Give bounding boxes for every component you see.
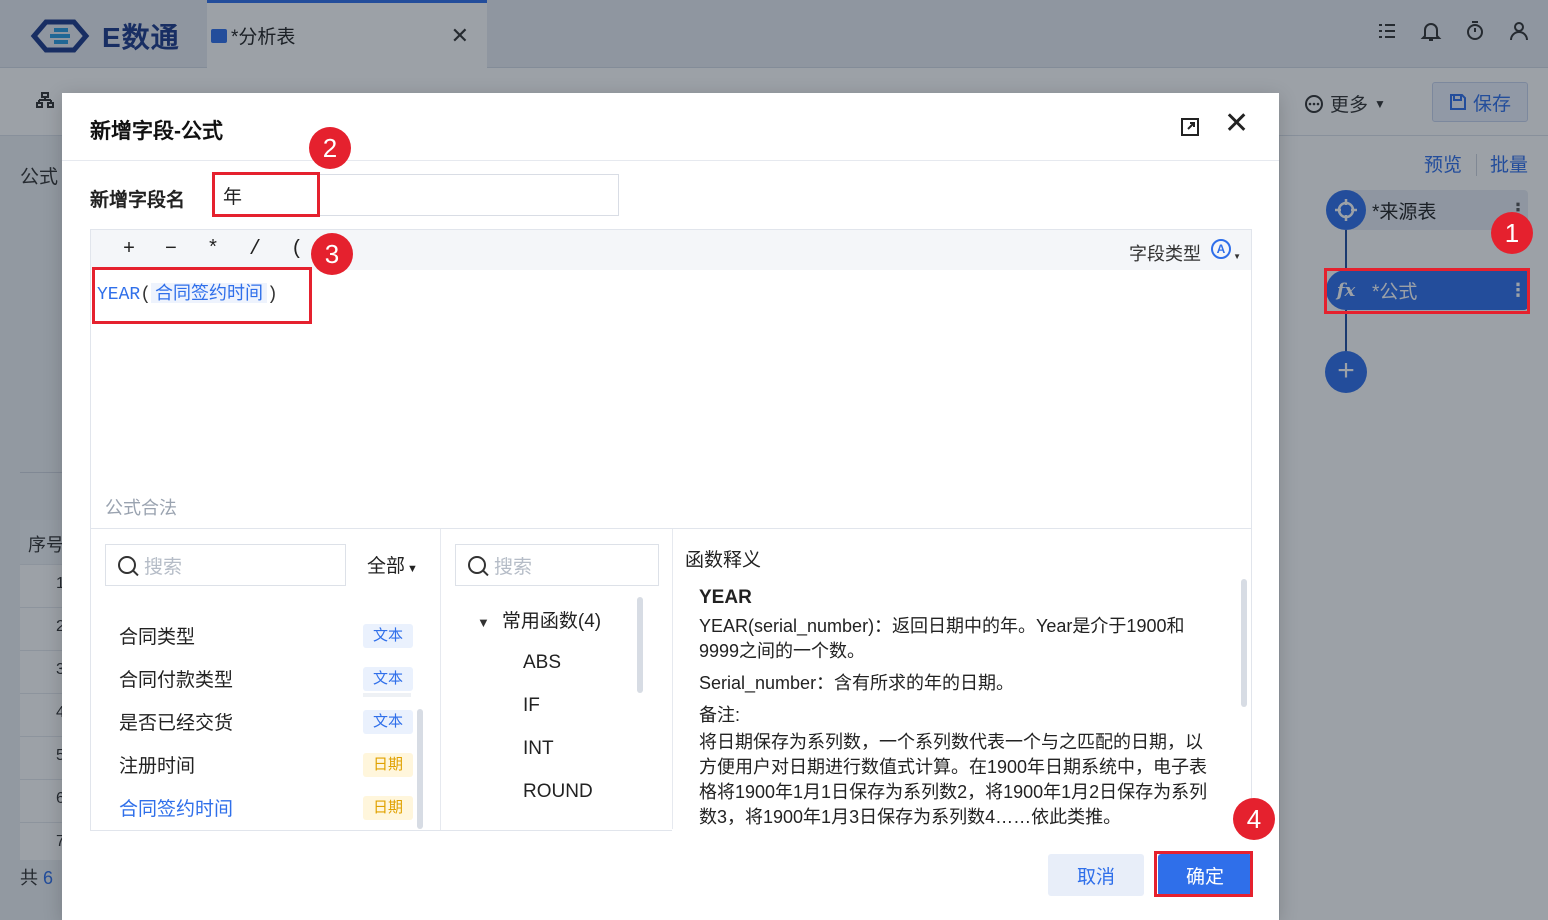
caret-down-icon: ▼ [1233, 252, 1241, 261]
close-icon[interactable]: ✕ [1224, 109, 1249, 139]
functions-search-placeholder: 搜索 [494, 556, 533, 578]
caret-down-icon: ▼ [407, 563, 418, 575]
field-type-badge: 日期 [363, 753, 413, 777]
highlight-confirm [1154, 851, 1253, 897]
function-list-item[interactable]: ABS [523, 652, 561, 674]
fields-search-placeholder: 搜索 [144, 556, 183, 578]
field-list-item[interactable]: 合同签约时间 [119, 794, 233, 821]
operator-multiply[interactable]: * [207, 238, 219, 261]
formula-dialog: 新增字段-公式 ✕ 新增字段名 + − * / ( 字段类型 A ▼ YEAR(… [62, 93, 1279, 920]
doc-param: Serial_number：含有所求的年的日期。 [699, 673, 1015, 693]
doc-note: 将日期保存为系列数，一个系列数代表一个与之匹配的日期，以方便用户对日期进行数值式… [699, 732, 1208, 827]
search-icon [118, 556, 136, 574]
functions-column: 搜索 ▼ 常用函数(4) ABS IF INT ROUND [441, 529, 673, 830]
doc-title: 函数释义 [685, 550, 762, 571]
function-group[interactable]: ▼ 常用函数(4) [477, 606, 601, 633]
step-marker-2: 2 [309, 127, 351, 169]
cancel-button[interactable]: 取消 [1048, 854, 1144, 896]
doc-description: YEAR(serial_number)：返回日期中的年。Year是介于1900和… [699, 616, 1185, 661]
operator-bar: + − * / ( 字段类型 A ▼ [91, 230, 1251, 270]
fields-filter-dropdown[interactable]: 全部 ▼ [367, 551, 418, 578]
step-marker-1: 1 [1491, 212, 1533, 254]
doc-function-name: YEAR [699, 587, 752, 608]
search-icon [468, 556, 486, 574]
scrollbar[interactable] [417, 709, 423, 829]
field-type-badge: 日期 [363, 796, 413, 820]
field-type-badge: 文本 [363, 624, 413, 648]
operator-divide[interactable]: / [249, 238, 261, 261]
highlight-formula [92, 267, 312, 324]
operator-paren[interactable]: ( [291, 238, 303, 261]
field-type-badge: 文本 [363, 667, 413, 691]
field-type-badge: 文本 [363, 710, 413, 734]
scrollbar[interactable] [637, 597, 643, 693]
partial-badge [363, 693, 411, 697]
doc-note-label: 备注: [699, 705, 741, 725]
operator-minus[interactable]: − [165, 238, 177, 261]
function-list-item[interactable]: INT [523, 738, 554, 760]
function-list-item[interactable]: IF [523, 695, 540, 717]
field-list-item[interactable]: 合同类型 [119, 622, 195, 649]
function-list-item[interactable]: ROUND [523, 781, 593, 803]
fields-search[interactable]: 搜索 [105, 544, 346, 586]
picker-panel: 搜索 全部 ▼ 合同类型 文本 合同付款类型 文本 是否已经交货 文本 注册时间 日期 合同签约时… [90, 529, 1252, 831]
step-marker-4: 4 [1233, 798, 1275, 840]
operator-plus[interactable]: + [123, 238, 135, 261]
functions-search[interactable]: 搜索 [455, 544, 659, 586]
validation-status: 公式合法 [105, 498, 177, 518]
highlight-field-name [212, 172, 320, 217]
field-type-icon[interactable]: A [1211, 239, 1231, 259]
step-marker-3: 3 [311, 233, 353, 275]
maximize-icon[interactable] [1180, 117, 1200, 137]
doc-body: YEAR YEAR(serial_number)：返回日期中的年。Year是介于… [699, 585, 1219, 837]
function-group-label: 常用函数(4) [501, 611, 602, 632]
field-type-label: 字段类型 [1129, 244, 1201, 264]
fields-column: 搜索 全部 ▼ 合同类型 文本 合同付款类型 文本 是否已经交货 文本 注册时间 日期 合同签约时… [91, 529, 441, 830]
scrollbar[interactable] [1241, 579, 1247, 707]
field-list-item[interactable]: 注册时间 [119, 751, 195, 778]
field-name-label: 新增字段名 [90, 190, 186, 211]
field-list-item[interactable]: 合同付款类型 [119, 665, 233, 692]
highlight-formula-node [1324, 268, 1530, 314]
doc-column: 函数释义 YEAR YEAR(serial_number)：返回日期中的年。Ye… [673, 529, 1251, 830]
fields-filter-label: 全部 [367, 556, 406, 577]
caret-down-icon: ▼ [477, 615, 490, 630]
field-list-item[interactable]: 是否已经交货 [119, 708, 233, 735]
dialog-header: 新增字段-公式 ✕ [62, 93, 1279, 161]
dialog-title: 新增字段-公式 [90, 120, 223, 143]
